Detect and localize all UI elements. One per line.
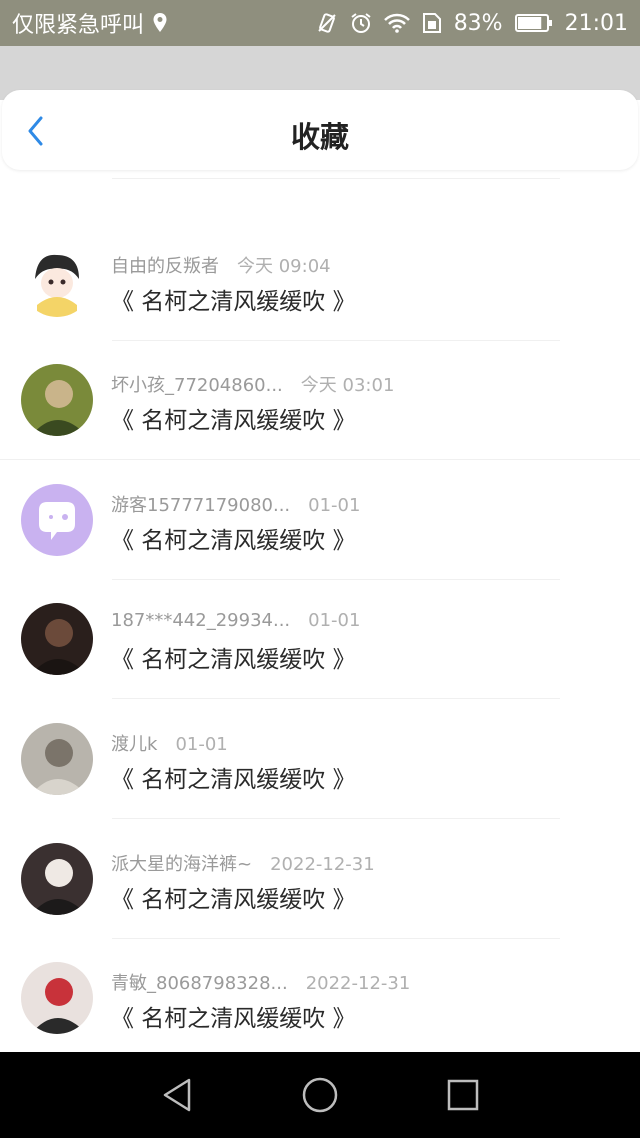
timestamp: 2022-12-31 <box>270 854 375 875</box>
user-name[interactable]: 坏小孩_77204860... <box>111 375 283 396</box>
favorited-title[interactable]: 《 名柯之清风缓缓吹 》 <box>111 521 356 555</box>
user-name[interactable]: 青敏_8068798328... <box>111 973 288 994</box>
triangle-back-icon <box>163 1078 191 1112</box>
favorited-title[interactable]: 《 名柯之清风缓缓吹 》 <box>111 401 356 435</box>
sim-icon <box>422 12 442 34</box>
status-bar: 仅限紧急呼叫 83% 21:01 <box>0 0 640 46</box>
timestamp: 今天 09:04 <box>237 256 331 277</box>
circle-home-icon <box>302 1077 338 1113</box>
page-title: 收藏 <box>290 120 349 154</box>
user-info: 青敏_8068798328... 2022-12-31 <box>111 969 410 995</box>
favorited-title[interactable]: 《 名柯之清风缓缓吹 》 <box>111 760 356 794</box>
vibrate-icon <box>316 12 338 34</box>
user-info: 派大星的海洋裤~ 2022-12-31 <box>111 850 375 876</box>
user-info: 187***442_29934... 01-01 <box>111 610 360 631</box>
nav-recents-button[interactable] <box>439 1071 487 1119</box>
user-name[interactable]: 游客15777179080... <box>111 495 290 516</box>
nav-home-button[interactable] <box>296 1071 344 1119</box>
user-name[interactable]: 渡儿k <box>111 734 157 755</box>
nav-back-button[interactable] <box>153 1071 201 1119</box>
battery-icon <box>514 12 553 34</box>
header: 收藏 <box>2 90 638 170</box>
avatar[interactable] <box>21 962 93 1034</box>
user-name[interactable]: 派大星的海洋裤~ <box>111 854 252 875</box>
avatar[interactable] <box>21 245 93 317</box>
favorited-title[interactable]: 《 名柯之清风缓缓吹 》 <box>111 282 356 316</box>
user-info: 渡儿k 01-01 <box>111 730 228 756</box>
favorited-title[interactable]: 《 名柯之清风缓缓吹 》 <box>111 880 356 914</box>
alarm-icon <box>350 12 372 34</box>
user-info: 坏小孩_77204860... 今天 03:01 <box>111 371 394 397</box>
avatar[interactable] <box>21 603 93 675</box>
list-item[interactable]: 青敏_8068798328... 2022-12-31 《 名柯之清风缓缓吹 》 <box>0 939 640 1052</box>
user-name[interactable]: 187***442_29934... <box>111 610 290 631</box>
list-item[interactable]: 坏小孩_77204860... 今天 03:01 《 名柯之清风缓缓吹 》 <box>0 341 640 460</box>
list-item[interactable]: 自由的反叛者 今天 09:04 《 名柯之清风缓缓吹 》 <box>0 222 640 341</box>
divider <box>112 178 560 179</box>
list-item[interactable]: 游客15777179080... 01-01 《 名柯之清风缓缓吹 》 <box>0 461 640 580</box>
timestamp: 01-01 <box>308 495 361 516</box>
timestamp: 今天 03:01 <box>300 375 395 396</box>
carrier-text: 仅限紧急呼叫 <box>12 13 145 38</box>
square-recents-icon <box>447 1079 479 1111</box>
list-item[interactable]: 187***442_29934... 01-01 《 名柯之清风缓缓吹 》 <box>0 580 640 699</box>
favorited-title[interactable]: 《 名柯之清风缓缓吹 》 <box>111 999 356 1033</box>
status-time: 21:01 <box>564 10 628 36</box>
avatar[interactable] <box>21 364 93 436</box>
list-item[interactable]: 派大星的海洋裤~ 2022-12-31 《 名柯之清风缓缓吹 》 <box>0 820 640 939</box>
divider <box>0 459 640 460</box>
battery-percent: 83% <box>453 10 503 36</box>
timestamp: 01-01 <box>175 734 228 755</box>
user-info: 自由的反叛者 今天 09:04 <box>111 252 331 278</box>
user-name[interactable]: 自由的反叛者 <box>111 256 219 277</box>
user-info: 游客15777179080... 01-01 <box>111 491 360 517</box>
status-right: 83% 21:01 <box>316 11 628 36</box>
favorites-list: 《 名柯之清风缓缓吹 》自由的反叛者今天 09:04《 名柯之清风缓缓吹 》坏小… <box>0 120 640 1052</box>
list-item[interactable]: 渡儿k 01-01 《 名柯之清风缓缓吹 》 <box>0 700 640 819</box>
divider <box>112 818 560 819</box>
avatar[interactable] <box>21 484 93 556</box>
system-nav-bar <box>0 1052 640 1138</box>
avatar[interactable] <box>21 843 93 915</box>
favorited-title[interactable]: 《 名柯之清风缓缓吹 》 <box>111 640 356 674</box>
timestamp: 2022-12-31 <box>305 973 411 994</box>
wifi-icon <box>383 13 410 33</box>
timestamp: 01-01 <box>308 610 361 631</box>
location-icon <box>152 12 168 34</box>
divider <box>112 698 560 699</box>
avatar[interactable] <box>21 723 93 795</box>
status-left: 仅限紧急呼叫 <box>12 7 168 39</box>
